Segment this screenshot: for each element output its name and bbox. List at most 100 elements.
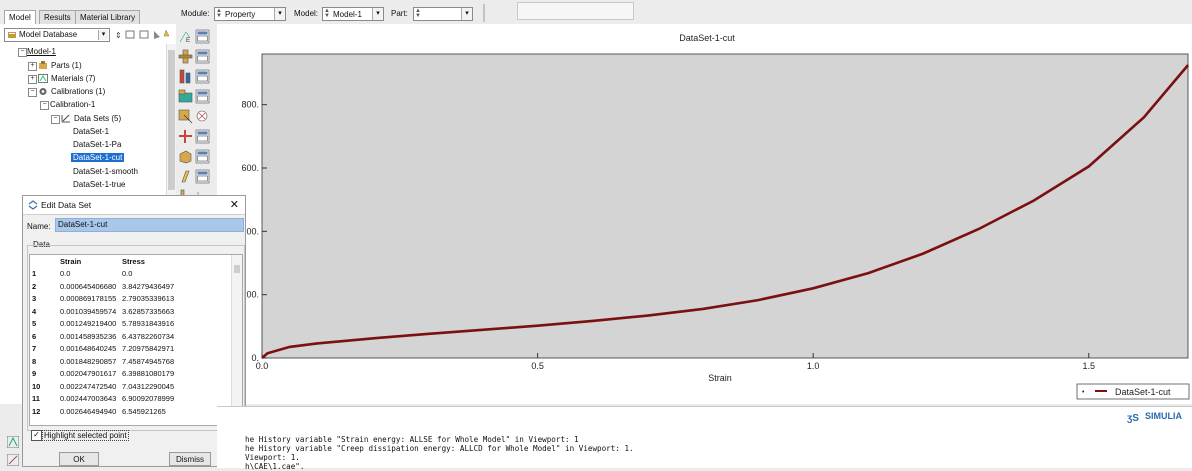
model-value: Model-1 [333,10,362,19]
y-tick-label: 0. [251,353,259,363]
tree-item-dataset-1-pa[interactable]: DataSet-1-Pa [73,140,121,149]
plot-tool-icon[interactable] [6,453,20,467]
abaqus-icon [28,200,38,210]
tree-item-dataset-1-smooth[interactable]: DataSet-1-smooth [73,167,138,176]
table-row[interactable]: 8 0.001848290857 7.45874945768 [30,355,228,368]
table-row[interactable]: 12 0.002646494940 6.545921265 [30,405,228,418]
stress-cell[interactable]: 7.45874945768 [120,355,228,368]
expand-toggle[interactable]: + [28,62,37,71]
row-index[interactable]: 4 [30,305,58,318]
tab-model[interactable]: Model [4,10,36,25]
module-select[interactable]: ▲ ▼ Property ▾ [214,7,286,21]
dialog-titlebar[interactable]: Edit Data Set ✕ [23,196,245,215]
row-index[interactable]: 3 [30,293,58,306]
stress-cell[interactable]: 2.79035339613 [120,293,228,306]
row-index[interactable]: 8 [30,355,58,368]
tree-item-dataset-1-cut[interactable]: DataSet-1-cut [71,153,125,162]
extra-field[interactable] [517,2,634,20]
stress-cell[interactable]: 3.84279436497 [120,280,228,293]
data-table[interactable]: Strain Stress 1 0.0 0.0 2 0.000645406680 3.84… [29,254,243,426]
highlight-checkbox[interactable]: ✓ [31,430,42,441]
table-row[interactable]: 4 0.001039459574 3.62857335663 [30,305,228,318]
query-tool-icon[interactable] [6,435,20,449]
tree-item-model-1[interactable]: Model-1 [27,47,56,56]
stress-cell[interactable]: 7.04312290045 [120,380,228,393]
chevron-down-icon[interactable]: ▾ [372,8,383,20]
row-index[interactable]: 7 [30,343,58,356]
collapse-toggle[interactable]: − [18,48,27,57]
table-row[interactable]: 10 0.002247472540 7.04312290045 [30,380,228,393]
row-index[interactable]: 5 [30,318,58,331]
row-index[interactable]: 6 [30,330,58,343]
row-index[interactable]: 2 [30,280,58,293]
table-row[interactable]: 9 0.002047901617 6.39881080179 [30,368,228,381]
y-tick-label: 00. [246,226,259,236]
stress-cell[interactable]: 6.90092078999 [120,393,228,406]
strain-cell[interactable]: 0.001848290857 [58,355,120,368]
stress-cell[interactable]: 7.20975842971 [120,343,228,356]
part-select[interactable]: ▲ ▼ ▾ [413,7,473,21]
tree-item-dataset-1[interactable]: DataSet-1 [73,127,109,136]
dismiss-button[interactable]: Dismiss [169,452,211,466]
strain-cell[interactable]: 0.002047901617 [58,368,120,381]
ok-button[interactable]: OK [59,452,99,466]
xy-plot[interactable]: DataSet-1-cut Strain 0.0 0.5 1.0 1.5 0.00.0… [217,24,1192,404]
row-index[interactable]: 9 [30,368,58,381]
table-row[interactable]: 11 0.002447003643 6.90092078999 [30,393,228,406]
table-row[interactable]: 3 0.000869178155 2.79035339613 [30,293,228,306]
row-index[interactable]: 11 [30,393,58,406]
table-row[interactable]: 1 0.0 0.0 [30,268,228,281]
collapse-toggle[interactable]: − [28,88,37,97]
row-index[interactable]: 12 [30,405,58,418]
chevron-down-icon[interactable]: ▾ [461,8,472,20]
stress-cell[interactable]: 6.39881080179 [120,368,228,381]
row-index[interactable]: 10 [30,380,58,393]
strain-cell[interactable]: 0.002646494940 [58,405,120,418]
strain-cell[interactable]: 0.000645406680 [58,280,120,293]
tree-item-parts[interactable]: Parts (1) [51,61,82,70]
collapse-toggle[interactable]: − [40,101,49,110]
chevron-down-icon[interactable]: ▾ [274,8,285,20]
model-select[interactable]: ▲ ▼ Model-1 ▾ [322,7,384,21]
tree-item-dataset-1-true[interactable]: DataSet-1-true [73,180,125,189]
tab-results[interactable]: Results [39,10,76,25]
table-row[interactable]: 7 0.001648640245 7.20975842971 [30,343,228,356]
strain-cell[interactable]: 0.001249219400 [58,318,120,331]
database-select[interactable]: Model Database ▾ [4,28,110,42]
stress-cell[interactable]: 6.43782260734 [120,330,228,343]
stress-cell[interactable]: 5.78931843916 [120,318,228,331]
row-index[interactable]: 1 [30,268,58,281]
strain-cell[interactable]: 0.000869178155 [58,293,120,306]
tree-item-calibration-1[interactable]: Calibration-1 [50,100,95,109]
tree-item-data-sets[interactable]: Data Sets (5) [74,114,121,123]
spin-icon: ⇕ [115,31,122,40]
strain-cell[interactable]: 0.001039459574 [58,305,120,318]
strain-cell[interactable]: 0.0 [58,268,120,281]
chevron-down-icon[interactable]: ▾ [98,30,108,40]
name-field[interactable]: DataSet-1-cut [55,218,244,232]
close-icon[interactable]: ✕ [230,198,239,211]
tab-material-library[interactable]: Material Library [75,10,141,25]
stress-cell[interactable]: 3.62857335663 [120,305,228,318]
expand-toggle[interactable]: + [28,75,37,84]
y-tick-label: 00. [246,290,259,300]
highlight-checkbox-label[interactable]: Highlight selected point [42,430,129,441]
viewport[interactable]: DataSet-1-cut Strain 0.0 0.5 1.0 1.5 0. 00. 0… [217,24,1192,404]
scrollbar-thumb[interactable] [168,50,175,190]
stress-cell[interactable]: 6.545921265 [120,405,228,418]
tree-item-calibrations[interactable]: Calibrations (1) [51,87,105,96]
table-row[interactable]: 6 0.001458935236 6.43782260734 [30,330,228,343]
table-scrollbar[interactable] [231,255,242,423]
strain-cell[interactable]: 0.002447003643 [58,393,120,406]
scrollbar-thumb[interactable] [234,265,240,273]
tree-item-materials[interactable]: Materials (7) [51,74,95,83]
svg-text:⇕: ⇕ [115,31,122,40]
table-row[interactable]: 5 0.001249219400 5.78931843916 [30,318,228,331]
collapse-toggle[interactable]: − [51,115,60,124]
strain-cell[interactable]: 0.001648640245 [58,343,120,356]
table-row[interactable]: 2 0.000645406680 3.84279436497 [30,280,228,293]
strain-cell[interactable]: 0.001458935236 [58,330,120,343]
stress-cell[interactable]: 0.0 [120,268,228,281]
strain-cell[interactable]: 0.002247472540 [58,380,120,393]
column-header [30,255,58,268]
